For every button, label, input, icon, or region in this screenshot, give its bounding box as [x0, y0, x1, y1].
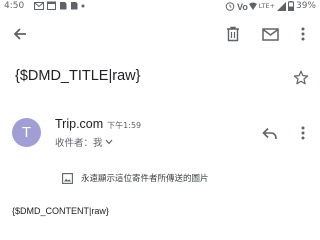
image-icon [62, 172, 73, 184]
show-images-link[interactable]: 永遠顯示這位寄件者所傳送的圖片 [62, 172, 209, 184]
recipient-label: 收件者：我 [55, 138, 103, 149]
back-icon [13, 28, 26, 40]
more-icon [301, 126, 305, 140]
notification-dot-icon [81, 4, 85, 7]
recipient-details-toggle[interactable]: 收件者：我 [55, 135, 113, 149]
status-right-icons: Vo LTE+ 39% [225, 0, 316, 12]
more-options-button[interactable] [292, 23, 314, 45]
star-icon [293, 70, 309, 85]
reply-button[interactable] [259, 122, 281, 144]
photo-icon [60, 2, 67, 10]
vowifi-icon: Vo [237, 2, 257, 11]
email-subject: {$DMD_TITLE|raw} [15, 68, 141, 84]
show-images-label: 永遠顯示這位寄件者所傳送的圖片 [81, 174, 209, 184]
photo-icon [71, 2, 78, 10]
sender-name[interactable]: Trip.com [55, 117, 103, 131]
delete-icon [227, 26, 239, 42]
battery-icon [287, 1, 294, 11]
status-left-icons [34, 1, 85, 10]
mail-unread-icon [261, 27, 279, 41]
network-type-label: LTE+ [258, 2, 275, 10]
email-time: 下午1:59 [107, 121, 142, 130]
message-more-options-button[interactable] [292, 122, 314, 144]
battery-percent: 39% [295, 1, 316, 11]
status-bar: 4:50 Vo LTE+ 39% [0, 0, 320, 12]
email-screen: 4:50 Vo LTE+ 39% {$DMD_TITLE|raw} T Trip… [0, 0, 320, 225]
svg-text:Vo: Vo [237, 2, 248, 11]
alarm-icon [225, 2, 235, 11]
mark-unread-button[interactable] [259, 23, 281, 45]
email-toolbar [0, 22, 320, 46]
sender-avatar[interactable]: T [12, 118, 41, 147]
status-time: 4:50 [4, 1, 25, 11]
chevron-down-icon [105, 139, 112, 145]
signal-icon [276, 1, 286, 11]
email-body: {$DMD_CONTENT|raw} [12, 206, 109, 216]
back-button[interactable] [9, 23, 31, 45]
calendar-icon [47, 1, 56, 10]
sender-line: Trip.com 下午1:59 [55, 117, 141, 131]
reply-icon [262, 127, 277, 139]
delete-button[interactable] [222, 23, 244, 45]
more-icon [301, 27, 305, 41]
gmail-icon [34, 1, 44, 10]
star-button[interactable] [293, 70, 309, 86]
